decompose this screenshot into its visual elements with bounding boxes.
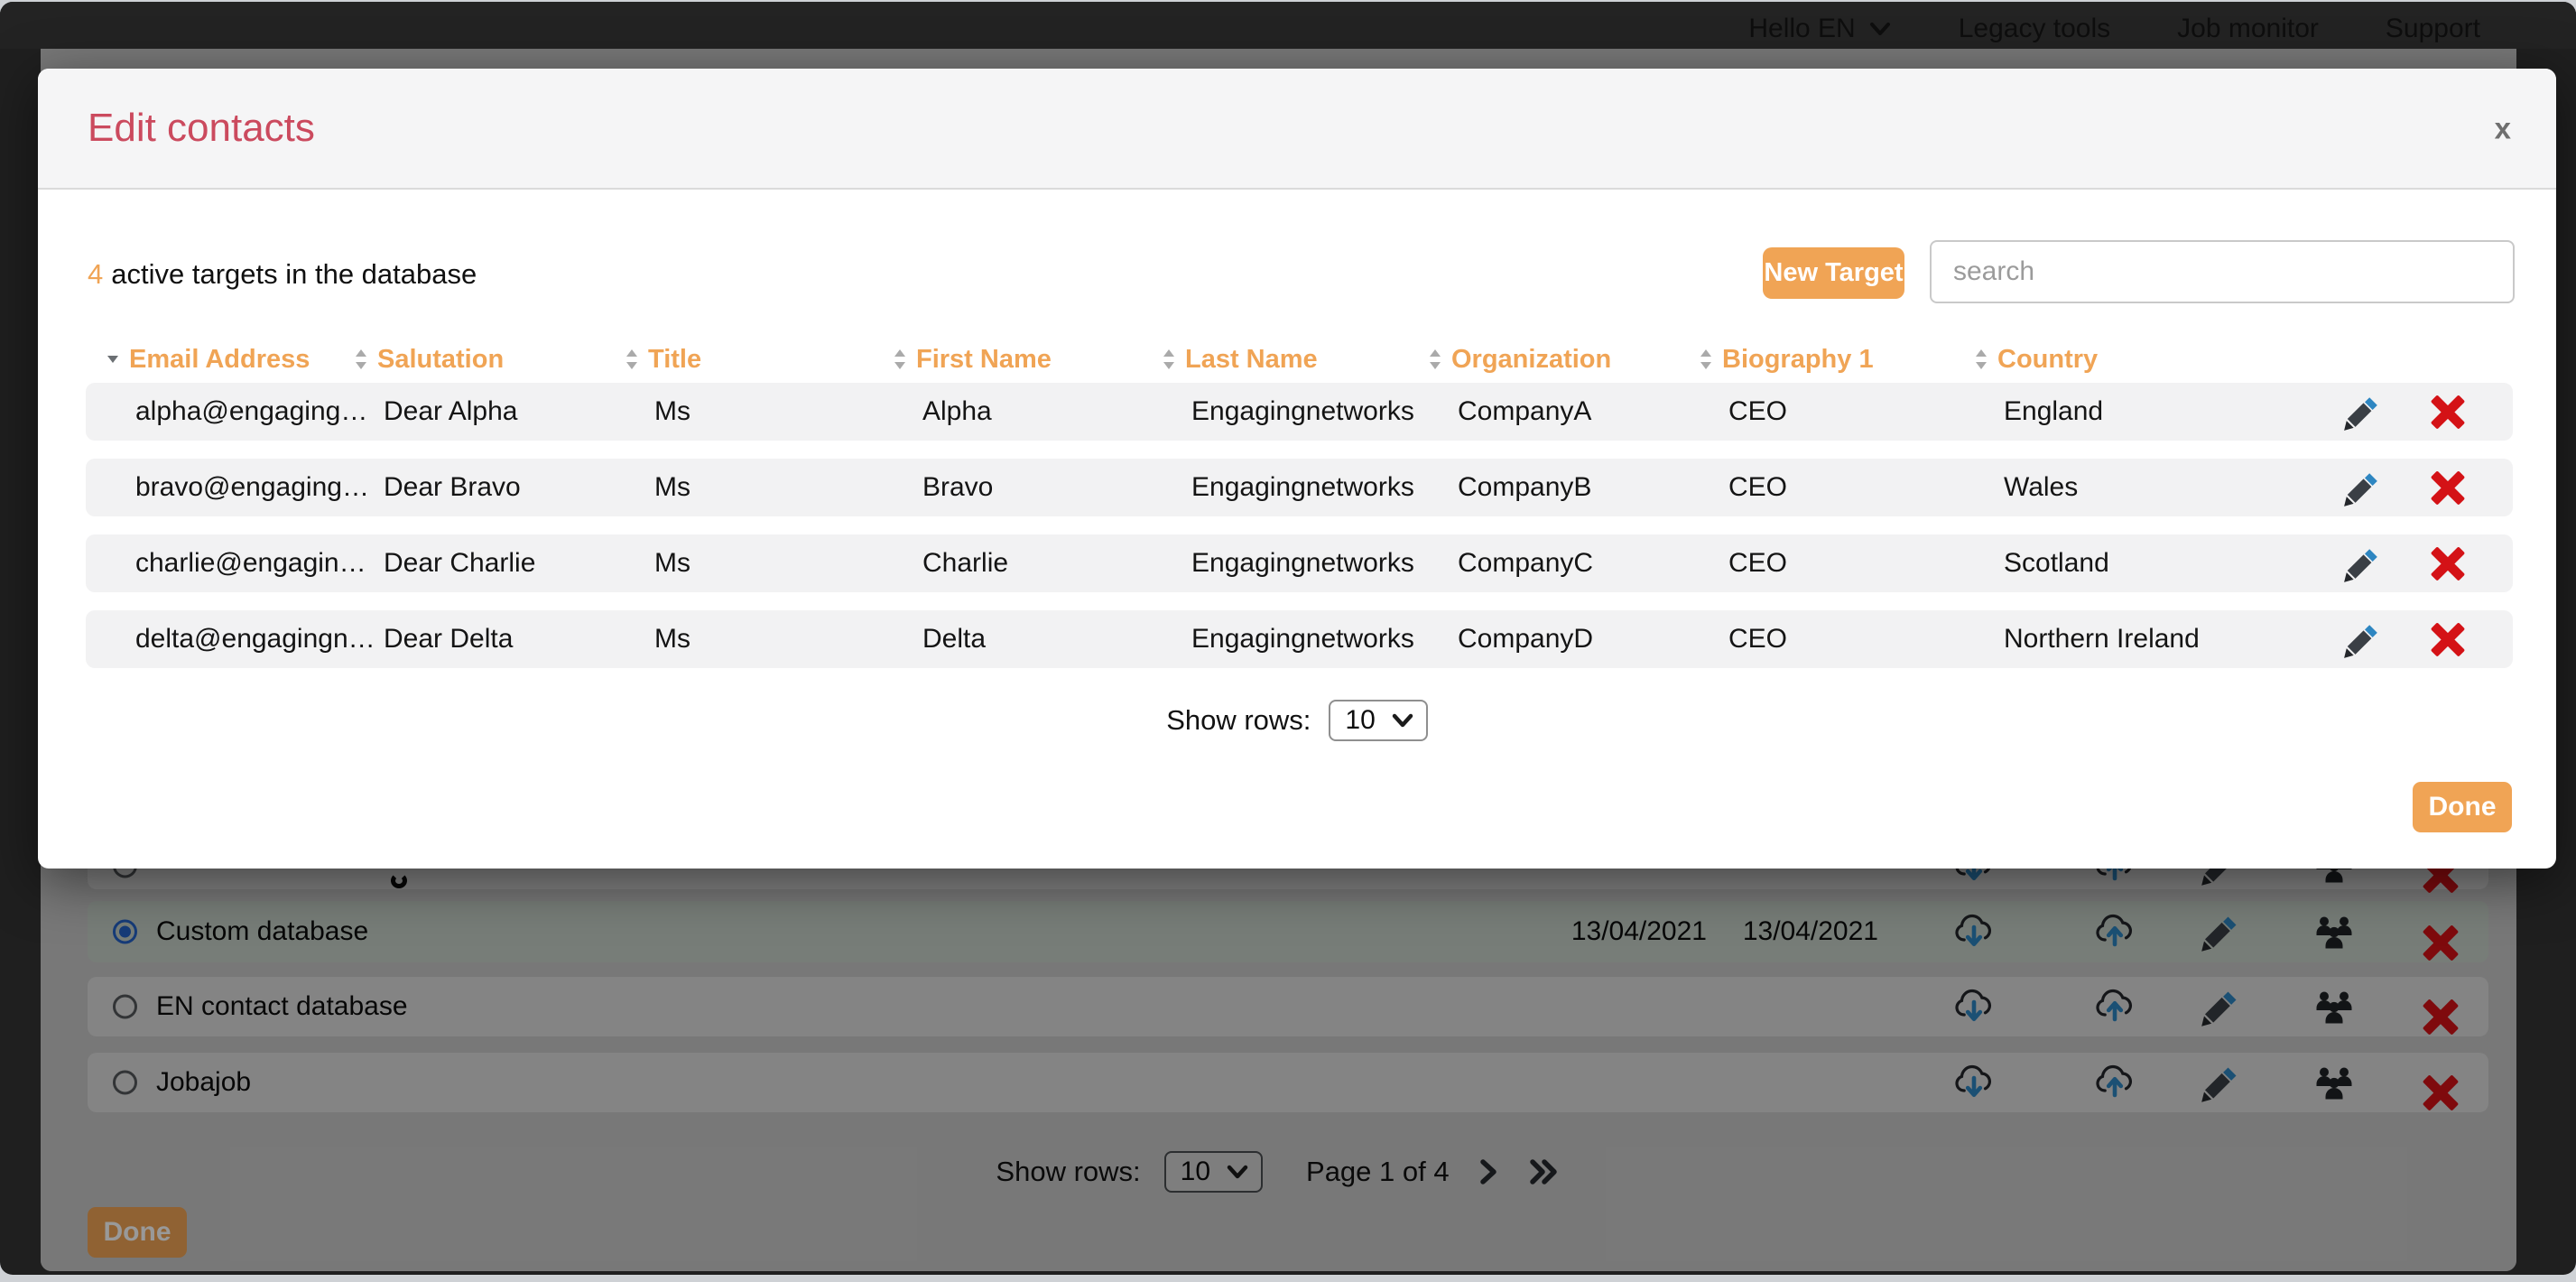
cell-first-name: Alpha [922,396,1191,427]
targets-count: 4 [88,258,103,290]
cell-last-name: Engagingnetworks [1191,396,1458,427]
column-header-first-name[interactable]: First Name [892,345,1161,375]
show-rows-value: 10 [1345,705,1375,736]
cell-organization: CompanyD [1458,624,1728,655]
cell-title: Ms [654,624,922,655]
cell-biography1: CEO [1728,472,2004,503]
sort-icon [1427,348,1443,371]
column-header-title[interactable]: Title [624,345,892,375]
column-header-last-name[interactable]: Last Name [1161,345,1427,375]
cell-email: alpha@engaging… [135,396,384,427]
column-header-salutation[interactable]: Salutation [353,345,624,375]
sort-desc-icon [105,348,121,371]
close-icon[interactable]: x [2495,114,2511,144]
table-row: alpha@engaging… Dear Alpha Ms Alpha Enga… [86,383,2513,441]
sort-icon [1161,348,1177,371]
show-rows-select[interactable]: 10 [1329,700,1427,741]
targets-summary-text: active targets in the database [111,258,477,290]
edit-pencil-icon[interactable] [2342,618,2384,660]
sort-icon [892,348,908,371]
delete-x-icon[interactable] [2429,620,2467,658]
new-target-button[interactable]: New Target [1763,247,1904,299]
delete-x-icon[interactable] [2429,393,2467,431]
cell-first-name: Charlie [922,548,1191,579]
modal-show-rows: Show rows: 10 [38,699,2556,742]
cell-email: delta@engagingn… [135,624,384,655]
show-rows-label: Show rows: [1166,704,1311,737]
cell-organization: CompanyB [1458,472,1728,503]
done-button[interactable]: Done [2413,782,2512,832]
cell-country: England [2004,396,2336,427]
cell-organization: CompanyA [1458,396,1728,427]
sort-icon [1698,348,1714,371]
cell-organization: CompanyC [1458,548,1728,579]
chevron-down-icon [1392,712,1413,729]
cell-email: bravo@engaging… [135,472,384,503]
cell-country: Northern Ireland [2004,624,2336,655]
cell-first-name: Delta [922,624,1191,655]
cell-title: Ms [654,396,922,427]
cell-last-name: Engagingnetworks [1191,548,1458,579]
cell-salutation: Dear Charlie [384,548,654,579]
nav-hello-en[interactable]: Hello EN [1748,14,1891,44]
cell-biography1: CEO [1728,396,2004,427]
sort-icon [624,348,640,371]
app-window: Hello EN Legacy tools Job monitor Suppor… [0,2,2576,1275]
cell-biography1: CEO [1728,548,2004,579]
modal-title: Edit contacts [88,106,315,151]
cell-first-name: Bravo [922,472,1191,503]
sort-icon [1973,348,1989,371]
nav-job-monitor[interactable]: Job monitor [2177,14,2319,44]
nav-support[interactable]: Support [2386,14,2480,44]
column-header-country[interactable]: Country [1973,345,2305,375]
column-header-biography1[interactable]: Biography 1 [1698,345,1973,375]
edit-pencil-icon[interactable] [2342,391,2384,432]
table-header: Email Address Salutation Title First Nam… [86,339,2513,379]
top-nav: Hello EN Legacy tools Job monitor Suppor… [0,2,2576,49]
table-row: charlie@engagin… Dear Charlie Ms Charlie… [86,534,2513,592]
cell-country: Wales [2004,472,2336,503]
delete-x-icon[interactable] [2429,469,2467,506]
column-header-email[interactable]: Email Address [105,345,353,375]
edit-contacts-modal: Edit contacts x 4active targets in the d… [38,69,2556,869]
cell-salutation: Dear Bravo [384,472,654,503]
cell-last-name: Engagingnetworks [1191,624,1458,655]
cell-title: Ms [654,472,922,503]
modal-header: Edit contacts x [38,69,2556,190]
cell-biography1: CEO [1728,624,2004,655]
targets-summary: 4active targets in the database [88,258,477,291]
delete-x-icon[interactable] [2429,544,2467,582]
nav-legacy-tools[interactable]: Legacy tools [1959,14,2110,44]
cell-email: charlie@engagin… [135,548,384,579]
cell-salutation: Dear Alpha [384,396,654,427]
chevron-down-icon [1868,21,1892,37]
table-row: delta@engagingn… Dear Delta Ms Delta Eng… [86,610,2513,668]
cell-last-name: Engagingnetworks [1191,472,1458,503]
column-header-organization[interactable]: Organization [1427,345,1698,375]
cell-salutation: Dear Delta [384,624,654,655]
cell-country: Scotland [2004,548,2336,579]
edit-pencil-icon[interactable] [2342,543,2384,584]
sort-icon [353,348,369,371]
table-row: bravo@engaging… Dear Bravo Ms Bravo Enga… [86,459,2513,516]
edit-pencil-icon[interactable] [2342,467,2384,508]
cell-title: Ms [654,548,922,579]
search-input[interactable] [1930,240,2515,303]
nav-hello-en-label: Hello EN [1748,14,1855,44]
